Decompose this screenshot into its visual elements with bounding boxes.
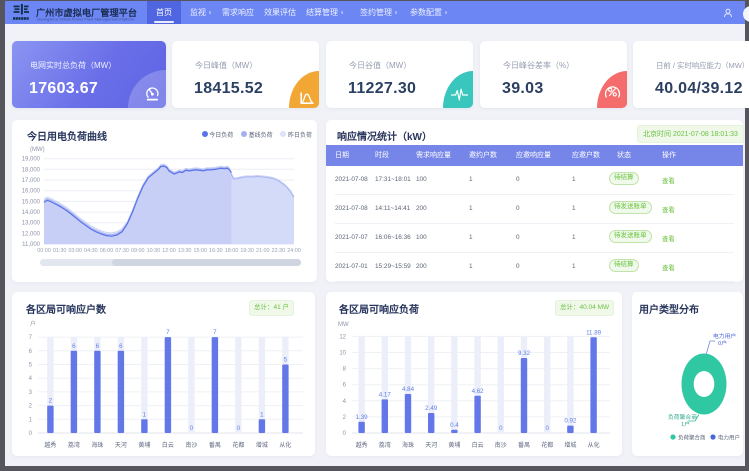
svg-text:4.84: 4.84 (402, 386, 415, 393)
svg-text:天河: 天河 (425, 441, 437, 449)
svg-text:18:00: 18:00 (225, 248, 239, 254)
svg-text:天河: 天河 (115, 441, 127, 449)
svg-text:2: 2 (49, 398, 53, 405)
svg-text:增城: 增城 (564, 441, 576, 449)
svg-text:海珠: 海珠 (402, 441, 414, 449)
svg-text:5: 5 (284, 357, 288, 364)
svg-text:3: 3 (29, 390, 33, 396)
svg-text:南沙: 南沙 (185, 441, 197, 449)
svg-text:14,000: 14,000 (22, 210, 41, 216)
svg-text:16:30: 16:30 (209, 248, 223, 254)
svg-text:7: 7 (166, 329, 170, 336)
svg-text:6: 6 (72, 343, 76, 350)
svg-text:负荷聚合商: 负荷聚合商 (668, 413, 697, 421)
svg-text:(MW): (MW) (30, 147, 45, 153)
svg-text:6: 6 (343, 383, 347, 389)
svg-text:南沙: 南沙 (495, 441, 507, 449)
svg-text:10: 10 (339, 351, 346, 357)
svg-text:1: 1 (29, 417, 33, 423)
svg-text:01:30: 01:30 (53, 248, 67, 254)
svg-text:17,000: 17,000 (22, 178, 41, 184)
svg-text:从化: 从化 (588, 441, 600, 449)
svg-text:2: 2 (29, 404, 33, 410)
svg-text:24:00: 24:00 (287, 248, 301, 254)
svg-text:2: 2 (343, 415, 347, 421)
svg-text:0.92: 0.92 (564, 418, 577, 425)
svg-text:从化: 从化 (279, 441, 291, 449)
svg-text:4: 4 (29, 376, 33, 382)
svg-text:15:00: 15:00 (194, 248, 208, 254)
svg-text:12,000: 12,000 (22, 231, 41, 237)
svg-text:13,000: 13,000 (22, 221, 41, 227)
svg-text:0: 0 (545, 425, 549, 432)
svg-text:07:30: 07:30 (115, 248, 129, 254)
svg-text:12: 12 (339, 334, 346, 340)
svg-text:花都: 花都 (541, 441, 553, 449)
svg-text:06:00: 06:00 (100, 248, 114, 254)
svg-text:0: 0 (343, 431, 347, 437)
svg-text:海珠: 海珠 (91, 441, 103, 449)
svg-text:09:00: 09:00 (131, 248, 145, 254)
svg-text:7: 7 (213, 329, 217, 336)
svg-text:户: 户 (30, 320, 36, 328)
svg-text:黄埔: 黄埔 (448, 441, 460, 449)
svg-text:6: 6 (96, 343, 100, 350)
svg-text:0: 0 (190, 425, 194, 432)
svg-text:电力用户: 电力用户 (713, 332, 736, 340)
svg-text:1.39: 1.39 (356, 414, 369, 421)
svg-text:7: 7 (29, 335, 33, 341)
svg-text:电力用户: 电力用户 (718, 433, 740, 441)
svg-text:19:30: 19:30 (240, 248, 254, 254)
svg-text:5: 5 (29, 363, 33, 369)
svg-text:13:30: 13:30 (178, 248, 192, 254)
svg-text:4.62: 4.62 (472, 388, 485, 395)
svg-text:03:00: 03:00 (69, 248, 83, 254)
svg-text:9.32: 9.32 (518, 350, 531, 357)
svg-text:8: 8 (343, 367, 347, 373)
svg-text:白云: 白云 (472, 441, 484, 449)
svg-text:增城: 增城 (256, 441, 268, 449)
svg-text:21:00: 21:00 (256, 248, 270, 254)
svg-text:荔湾: 荔湾 (68, 441, 80, 449)
svg-text:19,000: 19,000 (22, 157, 41, 163)
svg-text:MW: MW (338, 322, 349, 328)
svg-text:白云: 白云 (162, 441, 174, 449)
svg-text:番禺: 番禺 (209, 442, 221, 449)
svg-text:15,000: 15,000 (22, 199, 41, 205)
svg-text:6: 6 (119, 343, 123, 350)
svg-text:越秀: 越秀 (44, 441, 56, 449)
svg-text:0户: 0户 (718, 339, 727, 347)
svg-text:6: 6 (29, 349, 33, 355)
svg-text:4.17: 4.17 (379, 391, 392, 398)
svg-text:10:30: 10:30 (147, 248, 161, 254)
svg-text:00:00: 00:00 (37, 248, 51, 254)
svg-text:1: 1 (143, 411, 147, 418)
svg-text:荔湾: 荔湾 (379, 441, 391, 449)
svg-text:花都: 花都 (232, 441, 244, 449)
svg-text:4: 4 (343, 399, 347, 405)
svg-text:负荷聚合商: 负荷聚合商 (678, 433, 706, 441)
svg-text:0: 0 (237, 425, 241, 432)
svg-text:0.4: 0.4 (450, 422, 459, 429)
svg-text:22:30: 22:30 (272, 248, 286, 254)
svg-text:0: 0 (499, 425, 503, 432)
svg-text:04:30: 04:30 (84, 248, 98, 254)
svg-text:16,000: 16,000 (22, 189, 41, 195)
svg-text:11.89: 11.89 (586, 329, 602, 336)
svg-text:越秀: 越秀 (356, 441, 368, 449)
svg-text:0: 0 (29, 431, 33, 437)
svg-text:1户: 1户 (681, 420, 690, 428)
svg-text:1: 1 (260, 411, 264, 418)
svg-text:12:00: 12:00 (162, 248, 176, 254)
svg-text:2.49: 2.49 (425, 405, 438, 412)
svg-text:18,000: 18,000 (22, 167, 41, 173)
svg-text:黄埔: 黄埔 (138, 441, 150, 449)
svg-text:番禺: 番禺 (518, 442, 530, 449)
